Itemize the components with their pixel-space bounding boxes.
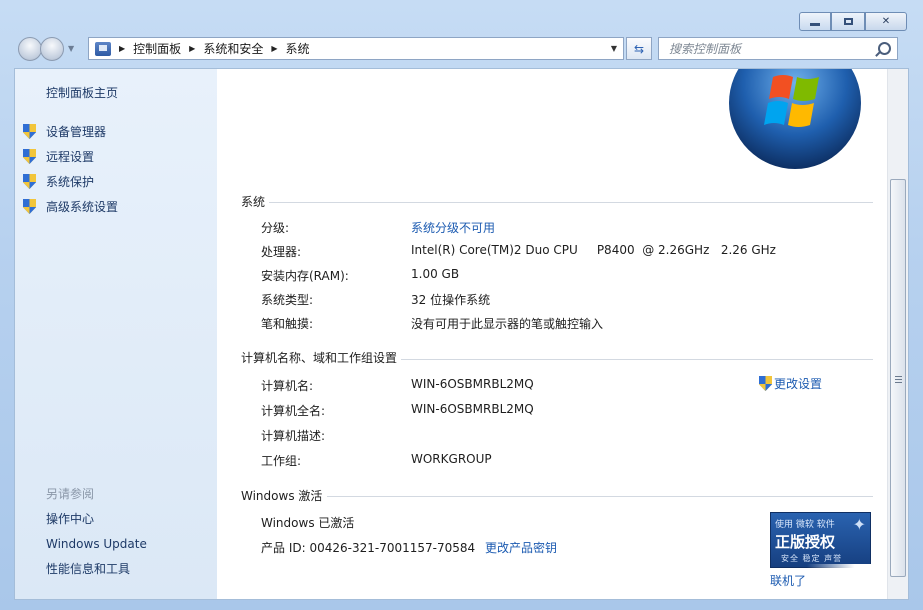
computer-name-value: WIN-6OSBMRBL2MQ (411, 377, 534, 391)
refresh-button[interactable]: ⇆ (626, 37, 652, 60)
content-area: 控制面板主页 设备管理器 远程设置 系统保护 高级系统设置 另请参阅 操作中心 … (14, 68, 909, 600)
breadcrumb-arrow-icon[interactable]: ▶ (119, 44, 125, 53)
shield-icon (23, 199, 36, 214)
workgroup-label: 工作组: (261, 454, 302, 468)
badge-top-text: 使用 微软 软件 (775, 520, 835, 530)
shield-icon (23, 149, 36, 164)
workgroup-value: WORKGROUP (411, 452, 492, 466)
sidebar-home-link[interactable]: 控制面板主页 (46, 84, 118, 101)
shield-icon (23, 174, 36, 189)
control-panel-icon (95, 41, 111, 56)
badge-bottom-text: 安全 稳定 声誉 (781, 554, 843, 563)
product-id: 产品 ID: 00426-321-7001157-70584 (261, 541, 476, 555)
maximize-icon (843, 18, 853, 25)
breadcrumb-system-security[interactable]: 系统和安全 (203, 40, 263, 57)
breadcrumb-system[interactable]: 系统 (286, 40, 310, 57)
system-type-value: 32 位操作系统 (411, 293, 491, 307)
see-also-windows-update[interactable]: Windows Update (46, 532, 147, 557)
description-label: 计算机描述: (261, 429, 326, 443)
see-also-performance-tools[interactable]: 性能信息和工具 (46, 557, 147, 582)
ram-value: 1.00 GB (411, 267, 460, 281)
address-bar[interactable]: ▶ 控制面板 ▶ 系统和安全 ▶ 系统 ▼ (88, 37, 624, 60)
sidebar-tasks: 设备管理器 远程设置 系统保护 高级系统设置 (23, 119, 118, 219)
breadcrumb-arrow-icon[interactable]: ▶ (271, 44, 277, 53)
shield-icon (759, 376, 772, 391)
sidebar-item-label: 远程设置 (46, 150, 95, 164)
processor-value: Intel(R) Core(TM)2 Duo CPU P8400 @ 2.26G… (411, 243, 776, 257)
maximize-button[interactable] (831, 12, 865, 31)
fade-overlay (807, 564, 886, 599)
section-divider (327, 496, 873, 497)
star-icon: ✦ (852, 515, 866, 534)
close-button[interactable]: ✕ (865, 12, 907, 31)
processor-label: 处理器: (261, 245, 302, 259)
learn-more-link[interactable]: 联机了 (770, 572, 806, 589)
shield-icon (23, 124, 36, 139)
sidebar-item-advanced-settings[interactable]: 高级系统设置 (23, 194, 118, 219)
change-settings-link[interactable]: 更改设置 (759, 375, 822, 392)
main-panel: 系统 分级: 系统分级不可用 处理器: Intel(R) Core(TM)2 D… (217, 69, 886, 599)
minimize-icon (810, 23, 820, 26)
change-settings-label: 更改设置 (774, 377, 823, 391)
window-frame: ✕ ▼ ▶ 控制面板 ▶ 系统和安全 ▶ 系统 ▼ ⇆ 控制面板主页 (0, 0, 923, 610)
pen-touch-value: 没有可用于此显示器的笔或触控输入 (411, 317, 604, 331)
sidebar-item-label: 设备管理器 (46, 125, 107, 139)
recent-pages-dropdown-icon[interactable]: ▼ (68, 44, 74, 53)
back-button[interactable] (18, 37, 42, 61)
activation-status: Windows 已激活 (261, 516, 355, 530)
see-also-heading: 另请参阅 (46, 487, 95, 501)
grip-icon (895, 376, 902, 383)
windows-logo-icon (729, 69, 861, 169)
vertical-scrollbar[interactable] (887, 69, 908, 599)
search-input[interactable] (667, 40, 871, 57)
computer-section-title: 计算机名称、域和工作组设置 (241, 351, 398, 365)
sidebar-item-label: 高级系统设置 (46, 200, 119, 214)
caption-buttons: ✕ (799, 12, 907, 31)
search-icon[interactable] (878, 42, 891, 55)
full-name-label: 计算机全名: (261, 404, 326, 418)
sidebar-item-system-protection[interactable]: 系统保护 (23, 169, 118, 194)
breadcrumb-arrow-icon[interactable]: ▶ (189, 44, 195, 53)
activation-section-title: Windows 激活 (241, 489, 323, 503)
see-also-links: 操作中心 Windows Update 性能信息和工具 (46, 507, 147, 582)
genuine-badge[interactable]: 使用 微软 软件 ✦ 正版授权 安全 稳定 声誉 (770, 512, 871, 568)
close-icon: ✕ (881, 15, 891, 27)
breadcrumb-control-panel[interactable]: 控制面板 (133, 40, 181, 57)
forward-button[interactable] (40, 37, 64, 61)
address-dropdown-icon[interactable]: ▼ (611, 44, 617, 53)
system-type-label: 系统类型: (261, 293, 314, 307)
section-divider (401, 359, 873, 360)
refresh-icon: ⇆ (633, 41, 645, 56)
section-divider (269, 202, 873, 203)
change-product-key-link[interactable]: 更改产品密钥 (485, 539, 557, 556)
computer-name-label: 计算机名: (261, 379, 314, 393)
sidebar-item-device-manager[interactable]: 设备管理器 (23, 119, 118, 144)
full-name-value: WIN-6OSBMRBL2MQ (411, 402, 534, 416)
navigation-bar: ▼ ▶ 控制面板 ▶ 系统和安全 ▶ 系统 ▼ ⇆ (18, 37, 905, 61)
scrollbar-thumb[interactable] (890, 179, 906, 577)
rating-link[interactable]: 系统分级不可用 (411, 219, 495, 236)
sidebar-item-label: 系统保护 (46, 175, 95, 189)
pen-touch-label: 笔和触摸: (261, 317, 314, 331)
ram-label: 安装内存(RAM): (261, 269, 349, 283)
sidebar-item-remote-settings[interactable]: 远程设置 (23, 144, 118, 169)
sidebar: 控制面板主页 设备管理器 远程设置 系统保护 高级系统设置 另请参阅 操作中心 … (15, 69, 217, 599)
minimize-button[interactable] (799, 12, 831, 31)
system-section-title: 系统 (241, 195, 266, 209)
search-box[interactable] (658, 37, 898, 60)
rating-label: 分级: (261, 221, 290, 235)
badge-main-text: 正版授权 (775, 533, 836, 551)
see-also-action-center[interactable]: 操作中心 (46, 507, 147, 532)
